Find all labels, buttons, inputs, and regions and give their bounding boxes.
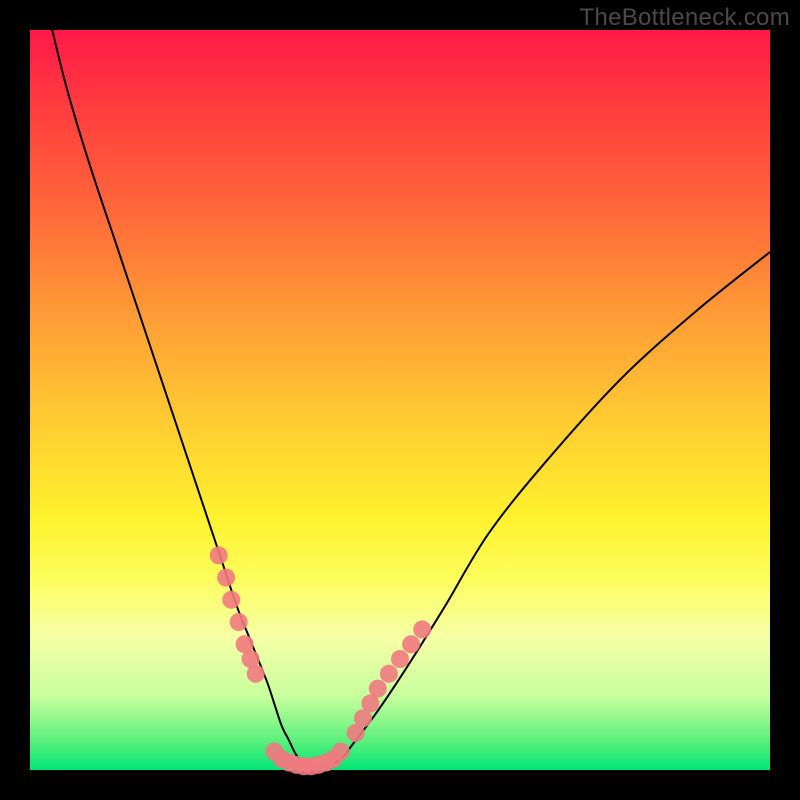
data-point	[369, 680, 387, 698]
data-point	[391, 650, 409, 668]
plot-area	[30, 30, 770, 770]
data-point	[222, 591, 240, 609]
series-pink-markers	[210, 546, 432, 775]
data-point	[247, 665, 265, 683]
data-point	[402, 635, 420, 653]
data-point	[380, 665, 398, 683]
curve-path	[52, 30, 770, 767]
series-black-curve	[52, 30, 770, 767]
chart-frame: TheBottleneck.com	[0, 0, 800, 800]
data-point	[230, 613, 248, 631]
watermark-text: TheBottleneck.com	[579, 4, 790, 32]
data-point	[332, 743, 350, 761]
data-point	[217, 569, 235, 587]
chart-svg	[30, 30, 770, 770]
data-point	[413, 620, 431, 638]
data-point	[210, 546, 228, 564]
